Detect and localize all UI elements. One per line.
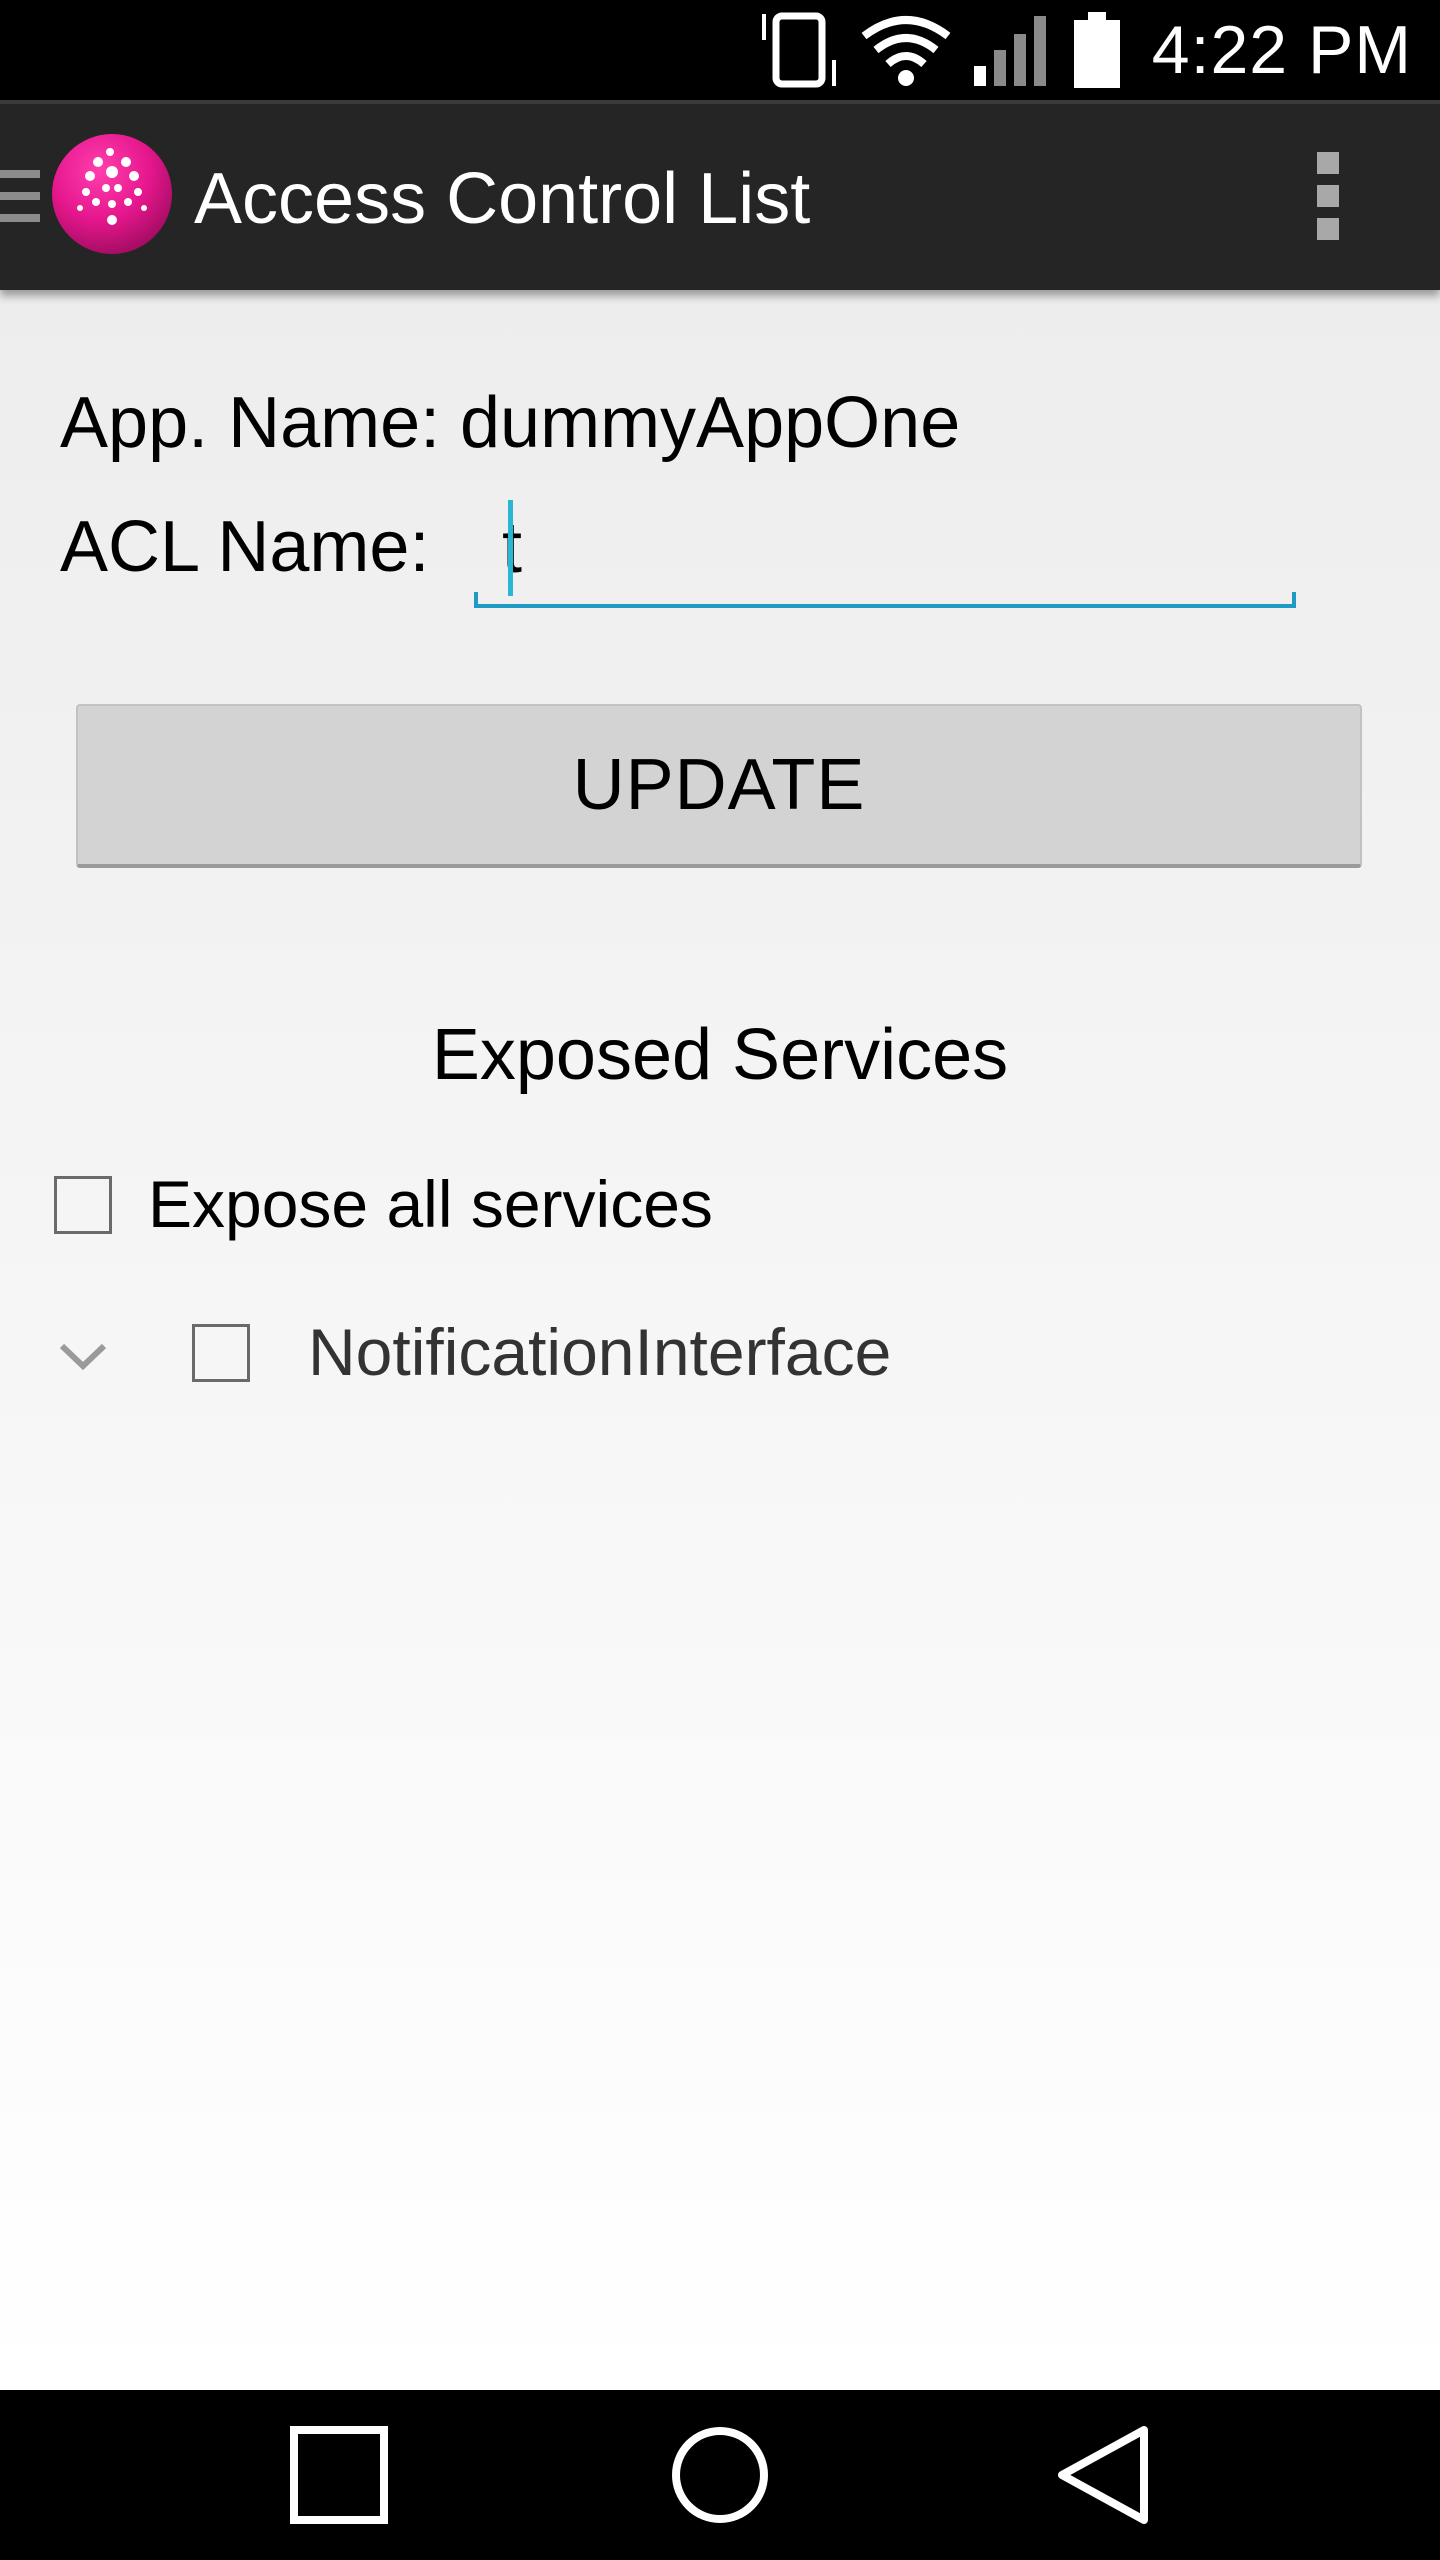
status-bar: 4:22 PM	[0, 0, 1440, 100]
expose-all-label[interactable]: Expose all services	[148, 1166, 713, 1242]
acl-name-label: ACL Name:	[60, 507, 430, 587]
overflow-menu-icon[interactable]	[1308, 152, 1348, 240]
battery-icon	[1073, 12, 1120, 88]
acl-name-underline	[474, 592, 1296, 608]
status-icons: 4:22 PM	[758, 0, 1412, 100]
app-bar-divider	[0, 100, 1440, 104]
notification-interface-checkbox[interactable]	[192, 1324, 250, 1382]
acl-name-input[interactable]	[502, 498, 1262, 598]
navigation-bar	[0, 2390, 1440, 2560]
acl-name-field[interactable]	[474, 490, 1296, 610]
app-name-label: App. Name:	[60, 383, 441, 463]
chevron-down-icon[interactable]	[56, 1338, 110, 1374]
drawer-icon[interactable]	[0, 170, 44, 224]
exposed-services-title: Exposed Services	[431, 1015, 1009, 1095]
status-time: 4:22 PM	[1151, 12, 1412, 88]
app-name-value: dummyAppOne	[460, 383, 961, 463]
home-icon[interactable]	[620, 2390, 820, 2560]
back-icon[interactable]	[1004, 2390, 1204, 2560]
text-cursor	[508, 500, 513, 596]
expose-all-checkbox[interactable]	[54, 1176, 112, 1234]
vibrate-icon	[761, 12, 836, 88]
notification-interface-label[interactable]: NotificationInterface	[308, 1314, 891, 1390]
app-title: Access Control List	[194, 159, 811, 239]
update-button[interactable]: UPDATE	[76, 704, 1362, 868]
recents-icon[interactable]	[238, 2390, 438, 2560]
signal-icon	[973, 16, 1046, 86]
wifi-icon	[861, 16, 951, 86]
app-logo-icon[interactable]	[50, 132, 174, 256]
